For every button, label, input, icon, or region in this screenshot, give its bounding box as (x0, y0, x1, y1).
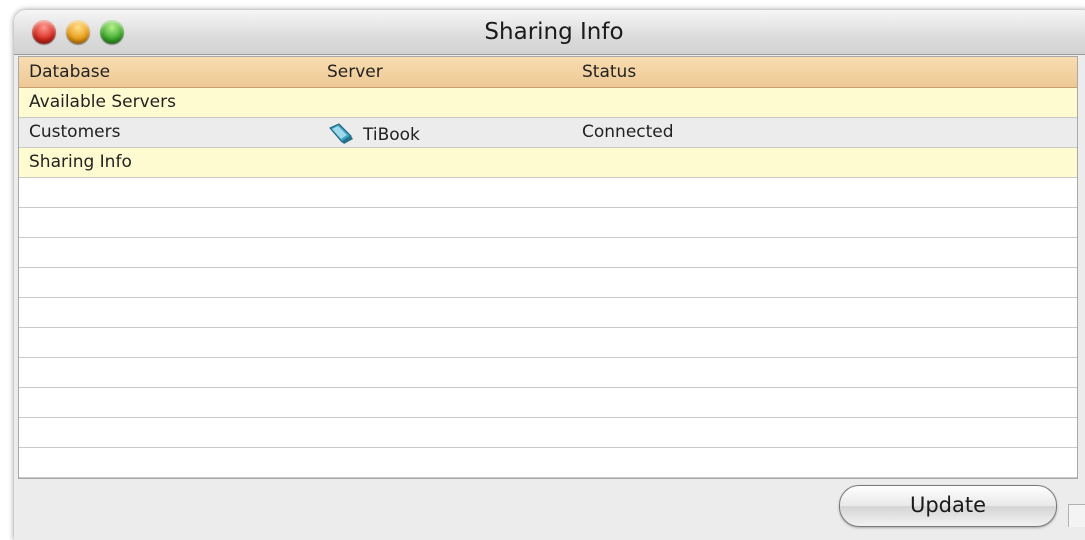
column-header-server[interactable]: Server (327, 62, 383, 82)
resize-handle[interactable] (1068, 504, 1085, 527)
empty-row (19, 268, 1077, 298)
laptop-server-icon (329, 123, 353, 144)
table-header: Database Server Status (19, 57, 1077, 88)
column-header-database[interactable]: Database (29, 62, 110, 82)
update-button[interactable]: Update (839, 485, 1057, 527)
group-row-available-servers[interactable]: Available Servers (19, 88, 1077, 118)
empty-row (19, 178, 1077, 208)
column-header-status[interactable]: Status (582, 62, 636, 82)
database-cell: Customers (29, 122, 121, 142)
empty-row (19, 208, 1077, 238)
empty-row (19, 238, 1077, 268)
empty-row (19, 388, 1077, 418)
group-label: Available Servers (29, 92, 176, 112)
empty-row (19, 298, 1077, 328)
title-bar[interactable]: Sharing Info (14, 10, 1085, 55)
group-row-sharing-info[interactable]: Sharing Info (19, 148, 1077, 178)
sharing-info-window: Sharing Info Database Server Status Avai… (14, 10, 1085, 540)
empty-row (19, 358, 1077, 388)
group-label: Sharing Info (29, 152, 132, 172)
sharing-table: Database Server Status Available Servers… (18, 56, 1078, 479)
table-row[interactable]: Customers TiBook Connected (19, 118, 1077, 148)
server-cell: TiBook (327, 122, 420, 145)
empty-row (19, 448, 1077, 478)
empty-row (19, 328, 1077, 358)
empty-row (19, 418, 1077, 448)
server-name: TiBook (363, 125, 420, 145)
window-title: Sharing Info (484, 19, 624, 45)
status-cell: Connected (582, 122, 674, 142)
